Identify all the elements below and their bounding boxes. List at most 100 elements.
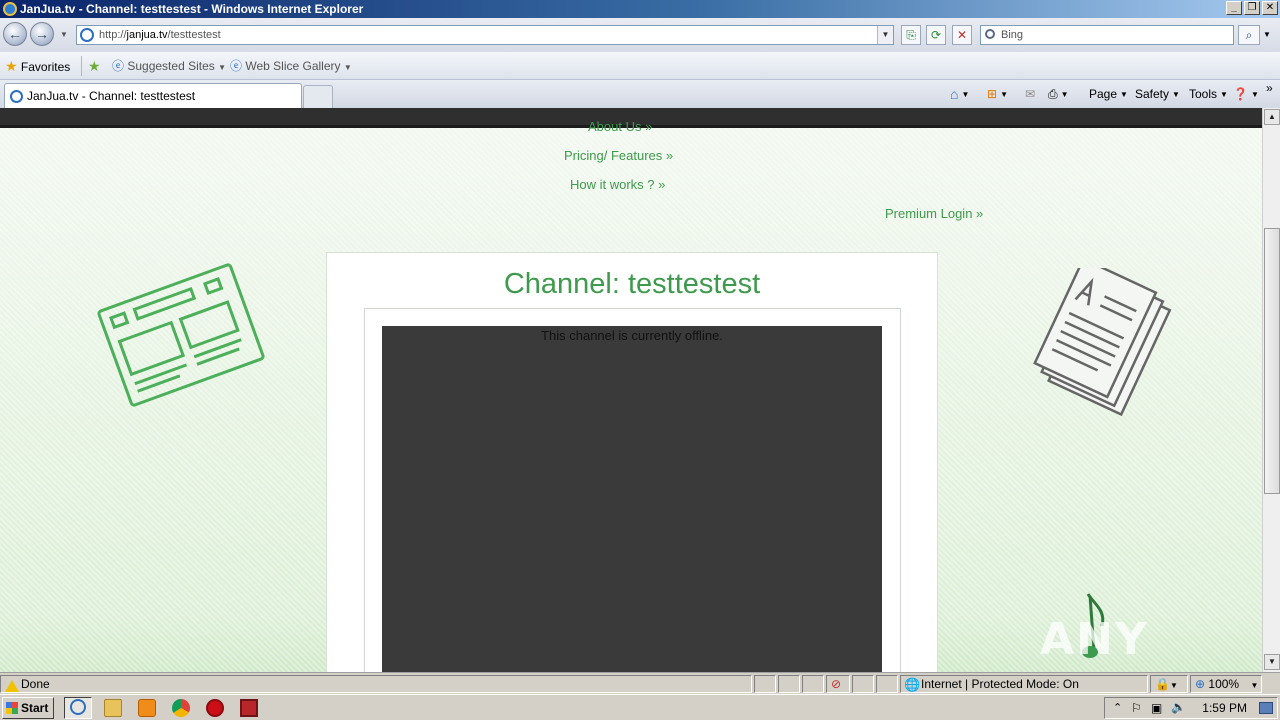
status-text-pane: Done [0, 675, 752, 693]
home-icon[interactable]: ⌂ ▼ [950, 86, 969, 103]
web-slice-gallery-button[interactable]: ⓔ Web Slice Gallery ▼ [230, 59, 352, 75]
player-frame: This channel is currently offline. [364, 308, 901, 672]
search-placeholder: Bing [1001, 29, 1024, 41]
ie-page-icon: ⓔ [230, 59, 243, 73]
nav-about-us-link[interactable]: About Us » [588, 119, 652, 135]
help-icon[interactable]: ❓ ▼ [1233, 86, 1259, 103]
taskbar: Start ⌃ ⚐ ▣ 🔈 1:59 PM [0, 694, 1280, 720]
more-commands-icon[interactable]: » [1266, 80, 1273, 96]
video-player[interactable]: This channel is currently offline. [382, 326, 882, 672]
window-title: JanJua.tv - Channel: testtestest - Windo… [20, 2, 364, 16]
chevron-down-icon: ▼ [1250, 681, 1259, 690]
show-desktop-icon[interactable] [1259, 702, 1273, 714]
safety-menu-label: Safety [1135, 87, 1170, 101]
document-illustration-icon [1033, 268, 1172, 417]
address-bar[interactable]: http://janjua.tv/testtestest ▼ [76, 25, 894, 45]
taskbar-ie-button[interactable] [64, 697, 92, 719]
start-button[interactable]: Start [2, 697, 54, 719]
channel-card: Channel: testtestest This channel is cur… [326, 252, 938, 672]
page-menu[interactable]: Page ▼ [1089, 86, 1128, 103]
address-scheme: http:// [99, 29, 127, 41]
stop-icon[interactable]: ✕ [952, 25, 972, 45]
favorites-button[interactable]: ★ Favorites [5, 59, 70, 74]
popup-blocker-icon[interactable]: ⊘ [826, 675, 850, 693]
search-go-button[interactable]: ⌕ [1238, 25, 1260, 45]
address-path: /testtestest [167, 29, 221, 41]
clock[interactable]: 1:59 PM [1202, 701, 1247, 715]
app-icon[interactable] [240, 699, 258, 717]
warning-icon [5, 680, 19, 692]
address-host: janjua.tv [126, 29, 168, 41]
protected-mode-icon[interactable]: 🔒▼ [1150, 675, 1188, 693]
history-dropdown-icon[interactable]: ▼ [60, 30, 68, 39]
channel-title: Channel: testtestest [503, 268, 761, 300]
internet-explorer-icon [70, 699, 86, 715]
status-pane [852, 675, 874, 693]
page-menu-label: Page [1089, 87, 1118, 101]
address-toolbar: ← → ▼ http://janjua.tv/testtestest ▼ ⎘ ⟳… [0, 18, 1280, 52]
network-icon[interactable]: ▣ [1151, 701, 1162, 715]
vertical-scrollbar[interactable]: ▲ ▼ [1262, 108, 1280, 672]
search-input[interactable]: Bing [980, 25, 1234, 45]
window-title-bar: JanJua.tv - Channel: testtestest - Windo… [0, 0, 1280, 18]
zoom-icon: ⊕ [1195, 677, 1206, 691]
system-tray: ⌃ ⚐ ▣ 🔈 1:59 PM [1104, 697, 1278, 719]
nav-premium-login-link[interactable]: Premium Login » [885, 206, 983, 222]
safety-menu[interactable]: Safety ▼ [1135, 86, 1180, 103]
search-icon [985, 29, 995, 39]
status-text: Done [21, 677, 50, 691]
status-bar: Done ⊘ 🌐 Internet | Protected Mode: On 🔒… [0, 672, 1280, 694]
tab-row: JanJua.tv - Channel: testtestest ⌂ ▼ ⊞ ▼ ✉… [0, 80, 1280, 108]
web-slice-gallery-label: Web Slice Gallery [245, 59, 341, 73]
window-controls: _ ❐ ✕ [1226, 1, 1278, 15]
chrome-icon[interactable] [172, 699, 190, 717]
status-pane [754, 675, 776, 693]
favorites-label: Favorites [20, 60, 71, 74]
start-label: Start [21, 701, 49, 715]
page-icon [10, 90, 23, 103]
action-center-flag-icon[interactable]: ⚐ [1131, 701, 1142, 715]
zoom-level-label: 100% [1208, 677, 1240, 691]
search-options-icon[interactable]: ▼ [1263, 30, 1271, 39]
back-button[interactable]: ← [3, 22, 27, 46]
suggested-sites-label: Suggested Sites [127, 59, 215, 73]
tab-current[interactable]: JanJua.tv - Channel: testtestest [4, 83, 302, 108]
globe-icon: 🌐 [904, 677, 921, 692]
chevron-down-icon: ▼ [218, 63, 227, 72]
scroll-up-button[interactable]: ▲ [1264, 109, 1280, 125]
tools-menu-label: Tools [1189, 87, 1218, 101]
suggested-sites-button[interactable]: ⓔ Suggested Sites ▼ [112, 59, 226, 75]
media-player-icon[interactable] [138, 699, 156, 717]
compatibility-view-icon[interactable]: ⎘ [901, 25, 921, 45]
security-zone-label: Internet | Protected Mode: On [921, 677, 1079, 691]
page-icon [80, 28, 94, 42]
close-button[interactable]: ✕ [1262, 1, 1278, 15]
read-mail-icon[interactable]: ✉ [1025, 86, 1035, 102]
restore-button[interactable]: ❐ [1244, 1, 1260, 15]
offline-message: This channel is currently offline. [541, 328, 723, 343]
nav-how-it-works-link[interactable]: How it works ? » [570, 177, 665, 193]
favorites-bar: ★ Favorites ★ ⓔ Suggested Sites ▼ ⓔ Web … [0, 52, 1280, 80]
security-zone[interactable]: 🌐 Internet | Protected Mode: On [900, 675, 1148, 693]
scrollbar-thumb[interactable] [1264, 228, 1280, 494]
chevron-down-icon: ▼ [1220, 89, 1228, 99]
address-dropdown-icon[interactable]: ▼ [877, 26, 893, 44]
star-icon: ★ [5, 58, 18, 74]
newspaper-illustration-icon [97, 263, 265, 407]
refresh-icon[interactable]: ⟳ [926, 25, 946, 45]
new-tab-button[interactable] [303, 85, 333, 108]
show-hidden-icons-icon[interactable]: ⌃ [1113, 701, 1122, 714]
status-pane [802, 675, 824, 693]
volume-icon[interactable]: 🔈 [1171, 700, 1186, 714]
print-icon[interactable]: ⎙ ▼ [1048, 86, 1069, 103]
scroll-down-button[interactable]: ▼ [1264, 654, 1280, 670]
tools-menu[interactable]: Tools ▼ [1189, 86, 1228, 103]
minimize-button[interactable]: _ [1226, 1, 1242, 15]
zoom-level[interactable]: ⊕ 100% ▼ [1190, 675, 1262, 693]
feeds-icon[interactable]: ⊞ ▼ [987, 86, 1008, 103]
add-to-favorites-bar-button[interactable]: ★ [88, 59, 101, 74]
nav-pricing-link[interactable]: Pricing/ Features » [564, 148, 673, 164]
folder-icon[interactable] [104, 699, 122, 717]
forward-button[interactable]: → [30, 22, 54, 46]
opera-icon[interactable] [206, 699, 224, 717]
